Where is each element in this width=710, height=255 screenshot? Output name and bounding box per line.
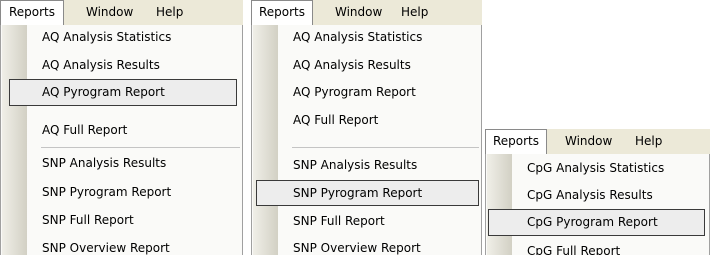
menu-item-cpg-analysis-statistics[interactable]: CpG Analysis Statistics <box>487 156 708 180</box>
menu-item-label: AQ Analysis Results <box>42 58 160 72</box>
menu-bar: Reports Window Help <box>0 0 243 26</box>
menu-item-label: CpG Pyrogram Report <box>527 215 658 229</box>
menu-item-aq-full-report[interactable]: AQ Full Report <box>2 118 241 142</box>
menubar-window[interactable]: Window <box>86 0 133 25</box>
menu-separator <box>292 147 479 148</box>
menu-item-aq-analysis-results[interactable]: AQ Analysis Results <box>2 53 241 77</box>
menubar-window[interactable]: Window <box>565 129 612 154</box>
menu-item-label: AQ Analysis Statistics <box>293 30 423 44</box>
menu-item-snp-overview-report[interactable]: SNP Overview Report <box>2 236 241 255</box>
menu-item-snp-full-report[interactable]: SNP Full Report <box>253 209 480 233</box>
menu-item-label: SNP Overview Report <box>293 241 421 255</box>
menu-bar: Reports Window Help <box>485 129 710 155</box>
menu-item-label: AQ Full Report <box>293 113 379 127</box>
reports-menu-panel-cpg: Reports Window Help CpG Analysis Statist… <box>485 129 710 255</box>
menu-item-label: CpG Full Report <box>527 244 621 255</box>
reports-dropdown: AQ Analysis Statistics AQ Analysis Resul… <box>251 25 482 255</box>
menu-item-aq-analysis-results[interactable]: AQ Analysis Results <box>253 53 480 77</box>
menu-item-label: SNP Overview Report <box>42 241 170 255</box>
menu-bar: Reports Window Help <box>251 0 482 26</box>
menubar-help[interactable]: Help <box>156 0 183 25</box>
reports-menu-panel-aq: Reports Window Help AQ Analysis Statisti… <box>0 0 243 255</box>
menu-item-snp-overview-report[interactable]: SNP Overview Report <box>253 236 480 255</box>
menu-item-label: AQ Analysis Results <box>293 58 411 72</box>
menu-item-snp-analysis-results[interactable]: SNP Analysis Results <box>253 153 480 177</box>
menu-item-label: SNP Full Report <box>42 213 134 227</box>
menubar-reports[interactable]: Reports <box>485 129 547 154</box>
menu-item-label: CpG Analysis Statistics <box>527 161 665 175</box>
menu-item-cpg-full-report[interactable]: CpG Full Report <box>487 239 708 255</box>
menu-item-aq-full-report[interactable]: AQ Full Report <box>253 108 480 132</box>
menu-item-label: AQ Full Report <box>42 123 128 137</box>
menu-item-aq-pyrogram-report[interactable]: AQ Pyrogram Report <box>253 80 480 104</box>
menu-item-snp-pyrogram-report[interactable]: SNP Pyrogram Report <box>256 180 479 206</box>
menubar-window[interactable]: Window <box>335 0 382 25</box>
menu-separator <box>41 147 240 148</box>
menu-item-label: SNP Analysis Results <box>42 156 167 170</box>
menu-item-label: SNP Full Report <box>293 214 385 228</box>
menubar-reports[interactable]: Reports <box>0 0 64 25</box>
menu-item-aq-analysis-statistics[interactable]: AQ Analysis Statistics <box>2 25 241 49</box>
menubar-help[interactable]: Help <box>635 129 662 154</box>
menu-item-label: CpG Analysis Results <box>527 188 653 202</box>
menu-item-cpg-pyrogram-report[interactable]: CpG Pyrogram Report <box>488 209 705 236</box>
menu-item-cpg-analysis-results[interactable]: CpG Analysis Results <box>487 183 708 207</box>
menubar-help[interactable]: Help <box>401 0 428 25</box>
menu-item-snp-full-report[interactable]: SNP Full Report <box>2 208 241 232</box>
menubar-reports[interactable]: Reports <box>251 0 313 25</box>
menu-item-label: SNP Pyrogram Report <box>293 186 423 200</box>
menu-item-snp-pyrogram-report[interactable]: SNP Pyrogram Report <box>2 180 241 204</box>
reports-menu-panel-snp: Reports Window Help AQ Analysis Statisti… <box>251 0 482 255</box>
menu-item-snp-analysis-results[interactable]: SNP Analysis Results <box>2 151 241 175</box>
menu-item-aq-analysis-statistics[interactable]: AQ Analysis Statistics <box>253 25 480 49</box>
menu-item-label: AQ Analysis Statistics <box>42 30 172 44</box>
reports-dropdown: CpG Analysis Statistics CpG Analysis Res… <box>485 154 710 255</box>
menu-item-label: AQ Pyrogram Report <box>293 85 416 99</box>
menu-item-aq-pyrogram-report[interactable]: AQ Pyrogram Report <box>9 79 237 106</box>
menu-item-label: AQ Pyrogram Report <box>42 85 165 99</box>
menu-item-label: SNP Pyrogram Report <box>42 185 172 199</box>
menu-item-label: SNP Analysis Results <box>293 158 418 172</box>
reports-dropdown: AQ Analysis Statistics AQ Analysis Resul… <box>0 25 243 255</box>
